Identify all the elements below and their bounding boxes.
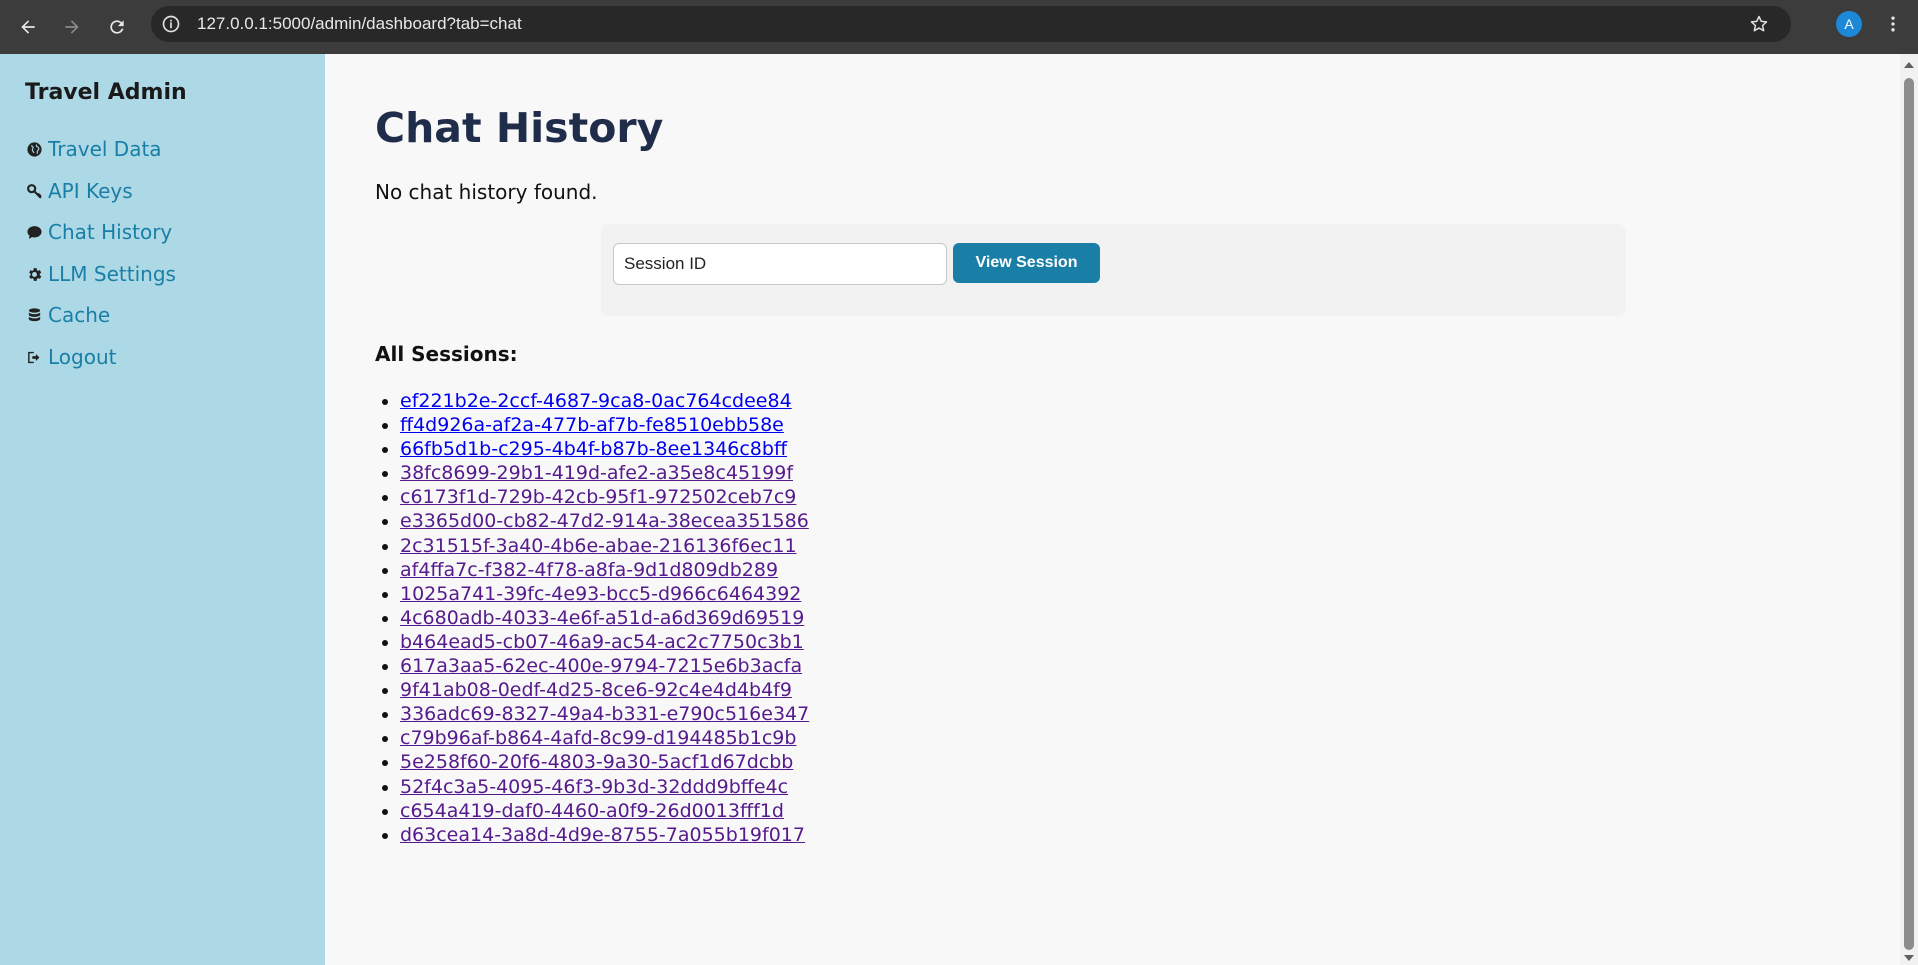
sign-out-icon: [24, 347, 44, 367]
list-item: 52f4c3a5-4095-46f3-9b3d-32ddd9bffe4c: [400, 775, 809, 799]
list-item: d63cea14-3a8d-4d9e-8755-7a055b19f017: [400, 823, 809, 847]
session-link[interactable]: af4ffa7c-f382-4f78-a8fa-9d1d809db289: [400, 559, 778, 581]
list-item: 617a3aa5-62ec-400e-9794-7215e6b3acfa: [400, 654, 809, 678]
session-link[interactable]: c6173f1d-729b-42cb-95f1-972502ceb7c9: [400, 486, 796, 508]
database-icon: [24, 305, 44, 325]
reload-button[interactable]: [101, 11, 133, 43]
session-link[interactable]: e3365d00-cb82-47d2-914a-38ecea351586: [400, 510, 809, 532]
session-id-input[interactable]: [613, 243, 947, 285]
session-link[interactable]: 4c680adb-4033-4e6f-a51d-a6d369d69519: [400, 607, 804, 629]
list-item: ef221b2e-2ccf-4687-9ca8-0ac764cdee84: [400, 389, 809, 413]
session-link[interactable]: ff4d926a-af2a-477b-af7b-fe8510ebb58e: [400, 414, 784, 436]
session-link[interactable]: 617a3aa5-62ec-400e-9794-7215e6b3acfa: [400, 655, 802, 677]
session-link[interactable]: d63cea14-3a8d-4d9e-8755-7a055b19f017: [400, 824, 805, 846]
gear-icon: [24, 264, 44, 284]
list-item: 38fc8699-29b1-419d-afe2-a35e8c45199f: [400, 461, 809, 485]
bookmark-star-icon[interactable]: [1749, 14, 1769, 34]
view-session-button[interactable]: View Session: [953, 243, 1100, 283]
empty-state-message: No chat history found.: [375, 180, 598, 204]
url-text: 127.0.0.1:5000/admin/dashboard?tab=chat: [197, 14, 522, 33]
sidebar-item-label: Chat History: [48, 220, 173, 244]
sidebar-item-travel-data[interactable]: Travel Data: [24, 134, 162, 164]
list-item: 4c680adb-4033-4e6f-a51d-a6d369d69519: [400, 606, 809, 630]
list-item: c654a419-daf0-4460-a0f9-26d0013fff1d: [400, 799, 809, 823]
session-link[interactable]: ef221b2e-2ccf-4687-9ca8-0ac764cdee84: [400, 390, 792, 412]
session-link[interactable]: c79b96af-b864-4afd-8c99-d194485b1c9b: [400, 727, 796, 749]
list-item: ff4d926a-af2a-477b-af7b-fe8510ebb58e: [400, 413, 809, 437]
sidebar-item-logout[interactable]: Logout: [24, 342, 116, 372]
arrow-left-icon: [21, 20, 35, 34]
list-item: 2c31515f-3a40-4b6e-abae-216136f6ec11: [400, 534, 809, 558]
more-vertical-icon: [1891, 16, 1895, 32]
session-link[interactable]: 336adc69-8327-49a4-b331-e790c516e347: [400, 703, 809, 725]
sidebar-item-label: Logout: [48, 345, 117, 369]
key-icon: [24, 181, 44, 201]
sidebar-item-label: API Keys: [48, 179, 133, 203]
session-link[interactable]: b464ead5-cb07-46a9-ac54-ac2c7750c3b1: [400, 631, 804, 653]
sessions-list: ef221b2e-2ccf-4687-9ca8-0ac764cdee84ff4d…: [375, 389, 809, 847]
sidebar: Travel Admin Travel Data API Keys Chat H…: [0, 54, 325, 965]
session-link[interactable]: 52f4c3a5-4095-46f3-9b3d-32ddd9bffe4c: [400, 776, 788, 798]
sidebar-item-label: LLM Settings: [48, 262, 176, 286]
reload-icon: [110, 20, 124, 34]
sidebar-item-chat-history[interactable]: Chat History: [24, 217, 172, 247]
sidebar-item-label: Travel Data: [48, 137, 162, 161]
list-item: c6173f1d-729b-42cb-95f1-972502ceb7c9: [400, 485, 809, 509]
session-link[interactable]: 38fc8699-29b1-419d-afe2-a35e8c45199f: [400, 462, 793, 484]
browser-toolbar: 127.0.0.1:5000/admin/dashboard?tab=chat …: [0, 0, 1918, 54]
address-bar[interactable]: 127.0.0.1:5000/admin/dashboard?tab=chat: [151, 6, 1791, 42]
list-item: 1025a741-39fc-4e93-bcc5-d966c6464392: [400, 582, 809, 606]
sidebar-item-cache[interactable]: Cache: [24, 300, 110, 330]
sidebar-item-label: Cache: [48, 303, 111, 327]
arrow-right-icon: [65, 20, 79, 34]
scroll-down-arrow-icon[interactable]: [1904, 955, 1914, 961]
main-content: Chat History No chat history found. View…: [325, 54, 1900, 965]
page-scrollbar[interactable]: [1900, 54, 1918, 965]
session-link[interactable]: 9f41ab08-0edf-4d25-8ce6-92c4e4d4b4f9: [400, 679, 792, 701]
session-link[interactable]: 1025a741-39fc-4e93-bcc5-d966c6464392: [400, 583, 801, 605]
list-item: e3365d00-cb82-47d2-914a-38ecea351586: [400, 509, 809, 533]
list-item: 66fb5d1b-c295-4b4f-b87b-8ee1346c8bff: [400, 437, 809, 461]
back-button[interactable]: [12, 11, 44, 43]
globe-icon: [24, 139, 44, 159]
page-title: Chat History: [375, 104, 664, 152]
list-item: 9f41ab08-0edf-4d25-8ce6-92c4e4d4b4f9: [400, 678, 809, 702]
sidebar-title: Travel Admin: [25, 80, 187, 105]
list-item: c79b96af-b864-4afd-8c99-d194485b1c9b: [400, 726, 809, 750]
session-link[interactable]: 66fb5d1b-c295-4b4f-b87b-8ee1346c8bff: [400, 438, 787, 460]
session-link[interactable]: c654a419-daf0-4460-a0f9-26d0013fff1d: [400, 800, 784, 822]
sidebar-item-api-keys[interactable]: API Keys: [24, 176, 133, 206]
browser-menu-button[interactable]: [1880, 11, 1906, 37]
comment-icon: [24, 222, 44, 242]
scrollbar-thumb[interactable]: [1904, 78, 1914, 950]
sessions-heading: All Sessions:: [375, 342, 518, 366]
list-item: 336adc69-8327-49a4-b331-e790c516e347: [400, 702, 809, 726]
site-info-icon[interactable]: [161, 14, 181, 34]
profile-avatar[interactable]: A: [1836, 11, 1862, 37]
sidebar-item-llm-settings[interactable]: LLM Settings: [24, 259, 176, 289]
session-lookup-form: View Session: [601, 224, 1626, 316]
session-link[interactable]: 2c31515f-3a40-4b6e-abae-216136f6ec11: [400, 535, 797, 557]
list-item: b464ead5-cb07-46a9-ac54-ac2c7750c3b1: [400, 630, 809, 654]
scroll-up-arrow-icon[interactable]: [1904, 62, 1914, 68]
list-item: 5e258f60-20f6-4803-9a30-5acf1d67dcbb: [400, 750, 809, 774]
session-link[interactable]: 5e258f60-20f6-4803-9a30-5acf1d67dcbb: [400, 751, 793, 773]
list-item: af4ffa7c-f382-4f78-a8fa-9d1d809db289: [400, 558, 809, 582]
forward-button[interactable]: [56, 11, 88, 43]
